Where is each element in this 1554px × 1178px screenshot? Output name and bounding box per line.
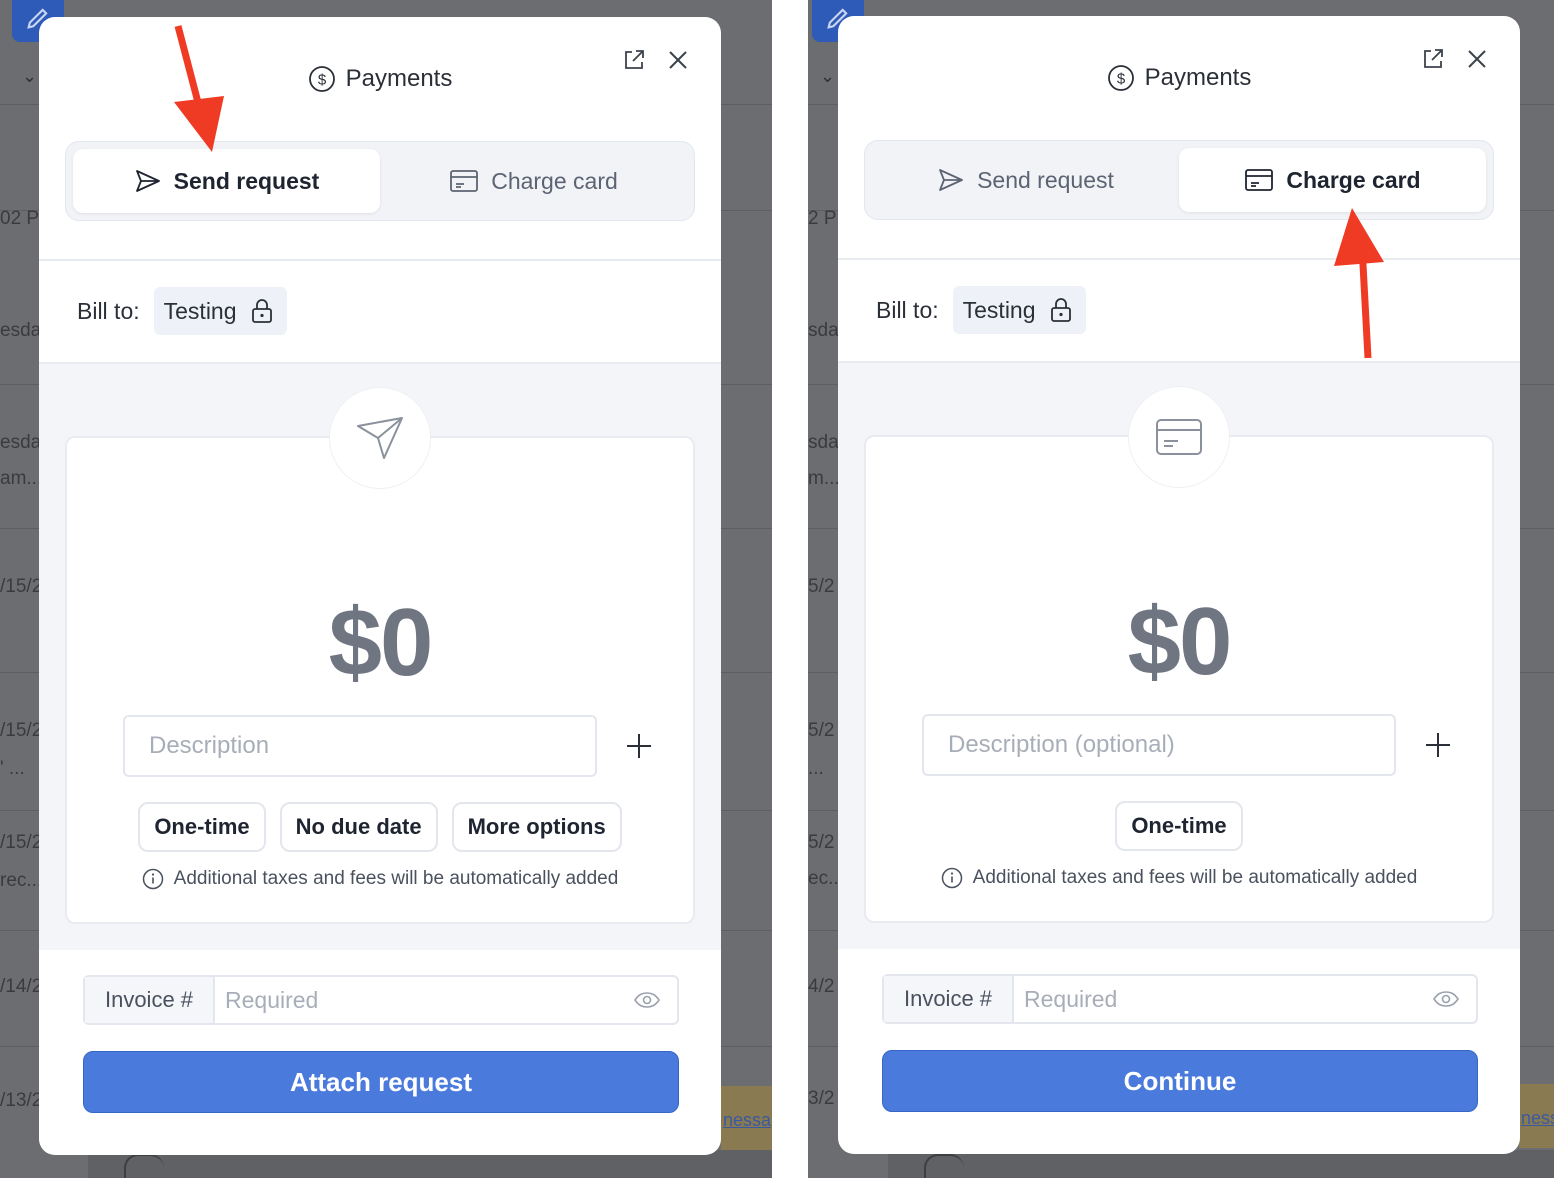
close-icon[interactable]	[1464, 46, 1490, 72]
modal-title-text: Payments	[345, 65, 453, 92]
bg-text: /13/2	[0, 1090, 43, 1111]
bg-banner: nessa	[721, 1086, 772, 1150]
add-line-item-icon[interactable]	[625, 731, 653, 761]
bill-to-chip[interactable]: Testing	[952, 286, 1086, 334]
screen-charge-card: ⌄ 2 PM sda sda m... 5/2 5/2 ... 5/2 ec..…	[808, 0, 1554, 1178]
bill-to-row: Bill to: Testing	[77, 287, 287, 335]
info-icon	[941, 867, 962, 889]
taxes-note: Additional taxes and fees will be automa…	[67, 868, 693, 890]
bg-text: /14/2	[0, 976, 43, 997]
bill-to-row: Bill to: Testing	[876, 286, 1086, 334]
invoice-input[interactable]	[215, 977, 627, 1023]
screen-send-request: ⌄ 02 PM esda esda am... /15/2 /15/2 ' ..…	[0, 0, 772, 1178]
tab-charge-card[interactable]: Charge card	[380, 149, 687, 213]
lock-icon	[251, 299, 272, 323]
payment-mode-tabs: Send request Charge card	[864, 140, 1494, 220]
amount-display[interactable]: $0	[67, 588, 693, 698]
send-icon	[939, 169, 963, 191]
chevron-down-icon: ⌄	[820, 66, 836, 86]
popout-icon[interactable]	[621, 47, 647, 73]
credit-card-icon	[450, 170, 479, 192]
chevron-down-icon: ⌄	[22, 66, 38, 86]
bg-text: esda	[0, 320, 42, 341]
invoice-label: Invoice #	[85, 977, 215, 1023]
continue-button[interactable]: Continue	[882, 1050, 1478, 1112]
taxes-note: Additional taxes and fees will be automa…	[866, 867, 1492, 889]
bg-text: ' ...	[0, 758, 25, 779]
bill-to-label: Bill to:	[77, 297, 140, 324]
frequency-chip[interactable]: One-time	[138, 802, 266, 852]
add-line-item-icon[interactable]	[1424, 730, 1452, 760]
attach-request-button[interactable]: Attach request	[83, 1051, 679, 1113]
due-date-chip[interactable]: No due date	[279, 802, 438, 852]
bg-text: /15/2	[0, 576, 43, 597]
description-input[interactable]	[123, 715, 597, 777]
svg-text:$: $	[1116, 71, 1125, 88]
svg-text:$: $	[317, 72, 326, 89]
invoice-input[interactable]	[1014, 976, 1426, 1022]
send-badge	[330, 388, 430, 488]
tab-send-request[interactable]: Send request	[73, 149, 380, 213]
modal-title: $ Payments	[39, 65, 721, 93]
invoice-label: Invoice #	[884, 976, 1014, 1022]
bg-text: am...	[0, 468, 43, 489]
tab-charge-card[interactable]: Charge card	[1179, 148, 1486, 212]
amount-card: $0 One-time No due date More options Add…	[65, 436, 695, 924]
lock-icon	[1050, 298, 1071, 322]
payments-modal: $ Payments Send request Charge card Bill…	[838, 16, 1520, 1154]
credit-card-icon	[1245, 169, 1274, 191]
payment-mode-tabs: Send request Charge card	[65, 141, 695, 221]
dollar-circle-icon: $	[1107, 65, 1134, 91]
annotation-arrow-icon	[174, 25, 224, 152]
bg-text: 02 PM	[0, 208, 55, 229]
bill-to-label: Bill to:	[876, 296, 939, 323]
bg-text: rec...	[0, 870, 43, 891]
modal-title: $ Payments	[838, 64, 1520, 92]
invoice-field: Invoice #	[83, 975, 679, 1025]
modal-title-text: Payments	[1144, 64, 1252, 91]
bg-text: /15/2	[0, 832, 43, 853]
frequency-chip[interactable]: One-time	[1115, 801, 1243, 851]
bill-to-chip[interactable]: Testing	[153, 287, 287, 335]
close-icon[interactable]	[665, 47, 691, 73]
tab-send-request[interactable]: Send request	[872, 148, 1179, 212]
dollar-circle-icon: $	[308, 66, 335, 92]
bg-banner: ness	[1519, 1084, 1554, 1148]
credit-card-icon	[1156, 419, 1202, 455]
popout-icon[interactable]	[1420, 46, 1446, 72]
info-icon	[142, 868, 163, 890]
bg-text: esda	[0, 432, 42, 453]
annotation-arrow-icon	[1334, 208, 1384, 359]
bg-text: /15/2	[0, 720, 43, 741]
eye-icon[interactable]	[627, 991, 667, 1009]
description-input[interactable]	[922, 714, 1396, 776]
paper-plane-icon	[357, 417, 403, 459]
amount-card: $0 One-time Additional taxes and fees wi…	[864, 435, 1494, 923]
payments-modal: $ Payments Send request Charge card Bill…	[39, 17, 721, 1155]
send-icon	[135, 170, 160, 192]
amount-display[interactable]: $0	[866, 587, 1492, 697]
card-badge	[1129, 387, 1229, 487]
invoice-field: Invoice #	[882, 974, 1478, 1024]
eye-icon[interactable]	[1426, 990, 1466, 1008]
more-options-chip[interactable]: More options	[451, 802, 622, 852]
